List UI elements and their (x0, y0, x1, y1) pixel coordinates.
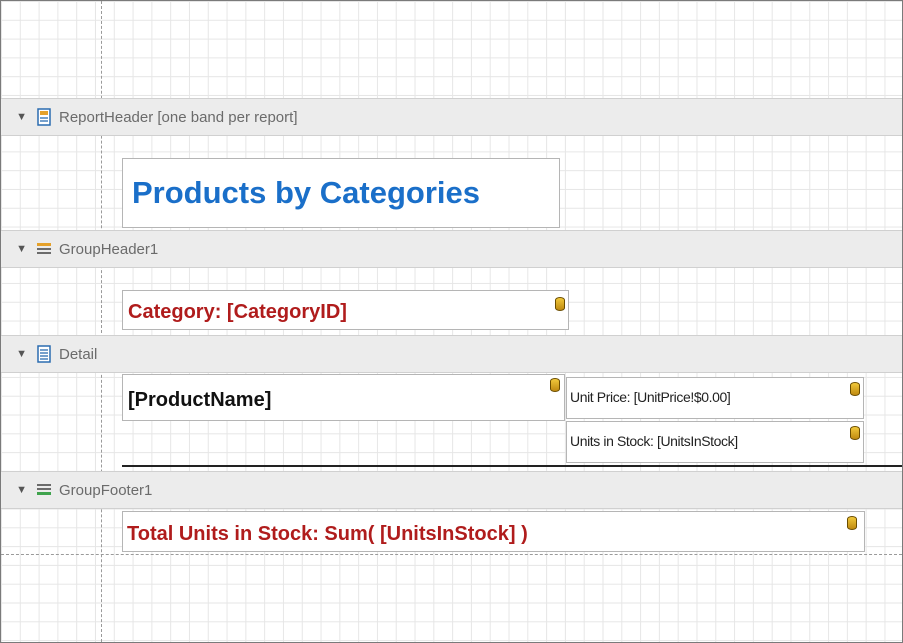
bottom-margin-line (1, 554, 902, 555)
group-footer-icon (35, 481, 53, 499)
unit-price-label[interactable]: Unit Price: [UnitPrice!$0.00] (566, 377, 864, 419)
band-label: GroupFooter1 (59, 481, 153, 499)
unit-price-text: Unit Price: [UnitPrice!$0.00] (570, 389, 731, 405)
collapse-icon[interactable]: ▼ (1, 348, 31, 360)
category-label[interactable]: Category: [CategoryID] (122, 290, 569, 330)
band-label: GroupHeader1 (59, 240, 159, 258)
database-icon (850, 426, 860, 440)
band-label: ReportHeader [one band per report] (59, 108, 298, 126)
detail-icon (35, 345, 53, 363)
band-group-footer[interactable]: ▼ GroupFooter1 (1, 471, 902, 509)
total-units-label[interactable]: Total Units in Stock: Sum( [UnitsInStock… (122, 511, 865, 552)
band-report-header[interactable]: ▼ ReportHeader [one band per report] (1, 98, 902, 136)
database-icon (550, 378, 560, 392)
band-label: Detail (59, 345, 98, 363)
product-name-text: [ProductName] (128, 389, 272, 411)
total-units-text: Total Units in Stock: Sum( [UnitsInStock… (127, 523, 528, 545)
units-in-stock-label[interactable]: Units in Stock: [UnitsInStock] (566, 421, 864, 463)
database-icon (847, 516, 857, 530)
report-title-label[interactable]: Products by Categories (122, 158, 560, 228)
database-icon (850, 382, 860, 396)
report-design-surface[interactable]: ▼ ReportHeader [one band per report] Pro… (0, 0, 903, 643)
band-detail[interactable]: ▼ Detail (1, 335, 902, 373)
units-in-stock-text: Units in Stock: [UnitsInStock] (570, 433, 738, 449)
group-header-icon (35, 240, 53, 258)
report-header-icon (35, 108, 53, 126)
collapse-icon[interactable]: ▼ (1, 243, 31, 255)
collapse-icon[interactable]: ▼ (1, 111, 31, 123)
detail-separator-line[interactable] (122, 465, 902, 467)
product-name-label[interactable]: [ProductName] (122, 374, 565, 421)
band-group-header[interactable]: ▼ GroupHeader1 (1, 230, 902, 268)
collapse-icon[interactable]: ▼ (1, 484, 31, 496)
database-icon (555, 297, 565, 311)
category-text: Category: [CategoryID] (128, 301, 347, 323)
report-title-text: Products by Categories (132, 175, 480, 210)
